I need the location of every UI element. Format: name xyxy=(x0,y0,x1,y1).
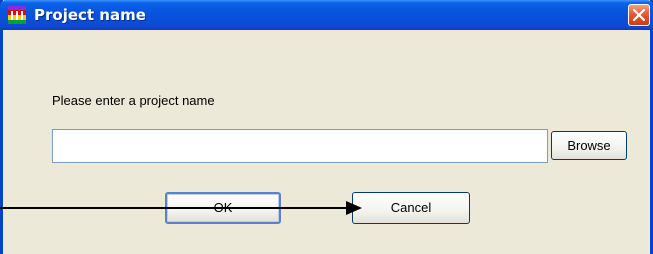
flag-icon xyxy=(8,6,26,24)
browse-button[interactable]: Browse xyxy=(551,131,627,160)
project-name-dialog: Project name Please enter a project name… xyxy=(0,0,653,254)
ok-button[interactable]: OK xyxy=(165,192,281,224)
window-title: Project name xyxy=(34,6,146,24)
prompt-label: Please enter a project name xyxy=(52,93,215,108)
project-name-input[interactable] xyxy=(52,129,548,163)
cancel-button[interactable]: Cancel xyxy=(352,192,470,224)
close-button[interactable] xyxy=(628,4,650,26)
title-bar[interactable]: Project name xyxy=(0,0,653,30)
